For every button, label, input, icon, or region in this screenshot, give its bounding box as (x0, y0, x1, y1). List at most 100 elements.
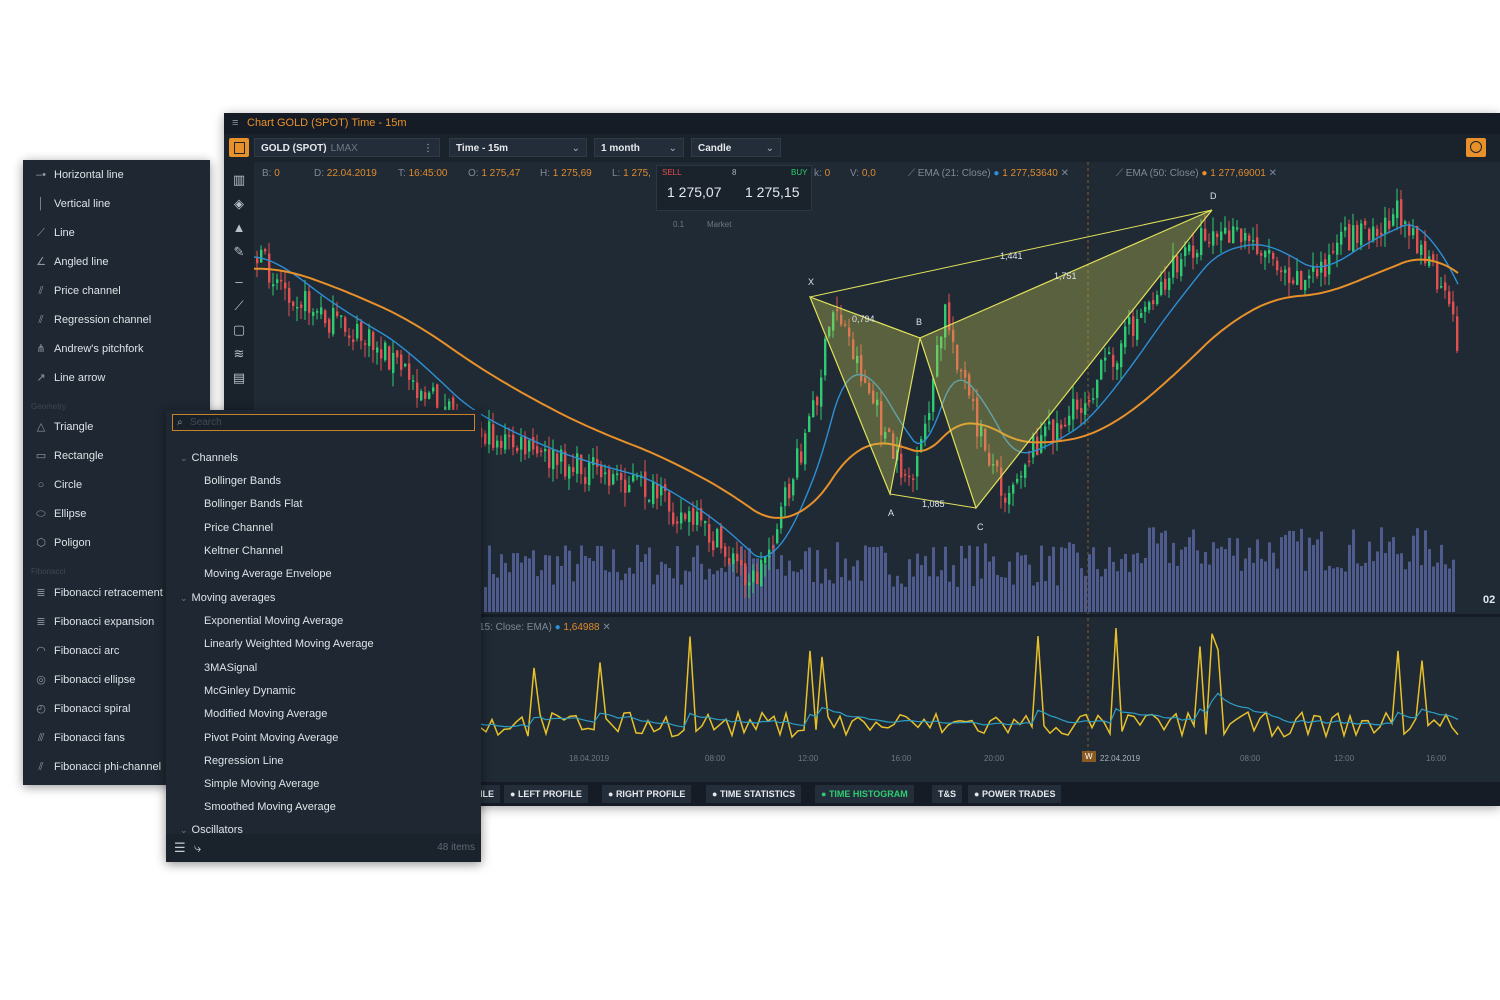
info-t-value: 16:45:00 (408, 168, 448, 179)
tool-horizontal-line[interactable]: –• Horizontal line (23, 163, 210, 187)
buy-price-button[interactable]: 1 275,15 (745, 184, 800, 200)
candle-body (584, 477, 587, 484)
sell-price-button[interactable]: 1 275,07 (667, 184, 722, 200)
tool-vertical-line[interactable]: │ Vertical line (23, 192, 210, 216)
info-t-label: T: (398, 168, 406, 179)
indicator-item[interactable]: Keltner Channel (204, 545, 283, 557)
tab-time-statistics[interactable]: ● TIME STATISTICS (706, 785, 802, 803)
volume-bar (1304, 570, 1307, 612)
candle-body (680, 512, 683, 524)
tab-right-profile[interactable]: ● RIGHT PROFILE (602, 785, 692, 803)
chart-style-selector[interactable]: Candle ⌄ (691, 138, 781, 157)
alert-icon[interactable]: ▲ (230, 219, 248, 237)
volume-bar (1180, 549, 1183, 612)
close-icon[interactable]: ✕ (1061, 168, 1069, 179)
close-icon[interactable]: ✕ (1269, 168, 1277, 179)
volume-bar (1196, 550, 1199, 612)
close-icon[interactable]: ✕ (602, 622, 610, 633)
tab-left-profile[interactable]: ● LEFT PROFILE (504, 785, 588, 803)
volume-bar (1152, 527, 1155, 612)
tool-line[interactable]: ⟋ Line (23, 221, 210, 245)
candle-body (312, 312, 315, 316)
indicator-item[interactable]: Smoothed Moving Average (204, 801, 336, 813)
tab-time-histogram[interactable]: ● TIME HISTOGRAM (815, 785, 914, 803)
volume-bar (1284, 534, 1287, 612)
tool-regression-channel[interactable]: ⫽ Regression channel (23, 308, 210, 332)
pencil-icon[interactable]: ✎ (230, 243, 248, 261)
tool-price-channel[interactable]: ⫽ Price channel (23, 279, 210, 303)
fibonacci-phi-icon: ⫽ (38, 761, 44, 773)
ruler-icon[interactable]: ▤ (230, 369, 248, 387)
layers-icon[interactable]: ◈ (230, 195, 248, 213)
indicator-item[interactable]: Regression Line (204, 755, 284, 767)
quantity-value[interactable]: 0.1 (673, 220, 684, 229)
menu-icon[interactable]: ≡ (232, 113, 238, 134)
volume-bar (644, 554, 647, 612)
period-selector[interactable]: 1 month ⌄ (594, 138, 684, 157)
tool-andrews-pitchfork[interactable]: ⋔ Andrew's pitchfork (23, 337, 210, 361)
ema50-legend[interactable]: ⟋ EMA (50: Close) ● 1 277,69001 ✕ (1116, 168, 1277, 179)
horizontal-line-icon[interactable]: – (230, 273, 248, 291)
chart-settings-button[interactable] (229, 138, 249, 157)
volume-bar (896, 575, 899, 612)
ema21-legend[interactable]: ⟋ EMA (21: Close) ● 1 277,53640 ✕ (908, 168, 1069, 179)
indicators-icon[interactable]: ▥ (230, 171, 248, 189)
candle-body (520, 436, 523, 450)
volume-bar (652, 584, 655, 612)
indicator-item[interactable]: Exponential Moving Average (204, 615, 343, 627)
volume-bar (1336, 567, 1339, 612)
candle-body (1284, 269, 1287, 273)
candle-body (1268, 249, 1271, 254)
volume-bar (796, 572, 799, 612)
window-titlebar[interactable]: ≡ Chart GOLD (SPOT) Time - 15m (224, 113, 1500, 134)
indicator-item[interactable]: Simple Moving Average (204, 778, 319, 790)
candle-body (756, 572, 759, 585)
indicator-item[interactable]: Bollinger Bands (204, 475, 281, 487)
volume-bar (944, 546, 947, 612)
symbol-selector[interactable]: GOLD (SPOT) LMAX ⋮ (254, 138, 440, 157)
volume-bar (508, 572, 511, 612)
volume-bar (924, 556, 927, 612)
link-button[interactable] (1466, 138, 1486, 157)
info-bar: B: 0 (262, 168, 280, 179)
indicator-item[interactable]: Price Channel (204, 522, 273, 534)
indicator-search-input[interactable] (190, 416, 460, 429)
category-moving-averages[interactable]: ⌄ Moving averages (180, 592, 275, 604)
category-channels[interactable]: ⌄ Channels (180, 452, 238, 464)
time-axis-label: 12:00 (1334, 754, 1355, 763)
candle-body (644, 471, 647, 497)
tab-time-and-sales[interactable]: T&S (932, 785, 962, 803)
candle-body (1240, 228, 1243, 243)
candle-body (688, 511, 691, 522)
sub-indicator-legend[interactable]: 15: Close: EMA) ● 1,64988 ✕ (479, 622, 611, 633)
line-icon[interactable]: ⟋ (230, 297, 248, 315)
chevron-down-icon: ⌄ (668, 143, 677, 154)
volume-bar (1108, 547, 1111, 612)
volume-bar (956, 586, 959, 612)
pattern-label-c: C (977, 522, 984, 532)
more-icon[interactable]: ⋮ (423, 139, 433, 158)
fibonacci-icon[interactable]: ≋ (230, 345, 248, 363)
volume-bar (624, 573, 627, 612)
order-type-value[interactable]: Market (707, 220, 731, 229)
timeframe-selector[interactable]: Time - 15m ⌄ (449, 138, 587, 157)
volume-bar (1348, 544, 1351, 612)
tab-power-trades[interactable]: ● POWER TRADES (968, 785, 1062, 803)
volume-bar (1164, 530, 1167, 612)
volume-bar (588, 558, 591, 612)
candle-body (724, 546, 727, 557)
indicator-item[interactable]: Bollinger Bands Flat (204, 498, 302, 510)
indicator-item[interactable]: McGinley Dynamic (204, 685, 296, 697)
rectangle-icon[interactable]: ▢ (230, 321, 248, 339)
indicator-item[interactable]: Moving Average Envelope (204, 568, 332, 580)
tool-label: Angled line (54, 256, 109, 268)
tool-angled-line[interactable]: ∠ Angled line (23, 250, 210, 274)
tool-line-arrow[interactable]: ↗ Line arrow (23, 366, 210, 390)
list-view-icon[interactable]: ☰ (174, 840, 186, 856)
indicator-item[interactable]: Linearly Weighted Moving Average (204, 638, 374, 650)
tree-view-icon[interactable]: ⤷ (194, 840, 201, 856)
indicator-item[interactable]: Pivot Point Moving Average (204, 732, 338, 744)
indicator-item[interactable]: Modified Moving Average (204, 708, 327, 720)
indicator-item[interactable]: 3MASignal (204, 662, 257, 674)
volume-bar (1128, 571, 1131, 612)
